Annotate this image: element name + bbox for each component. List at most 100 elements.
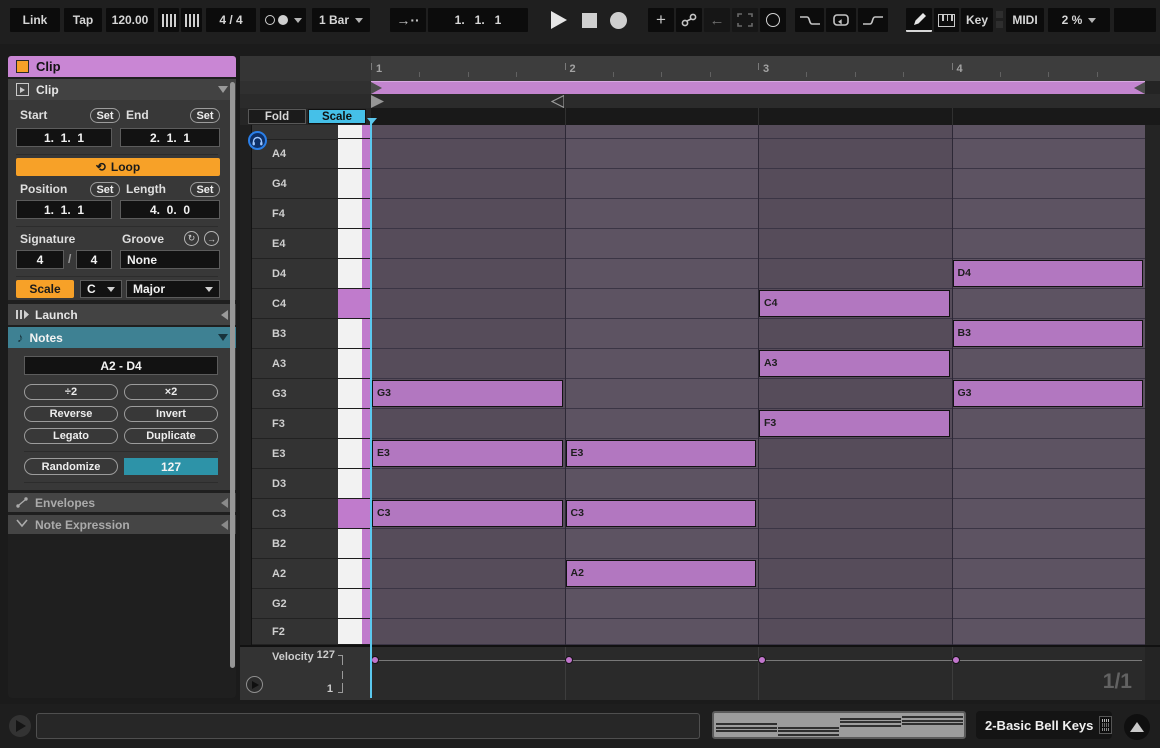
duplicate-button[interactable]: Duplicate (124, 428, 218, 444)
grid-cell[interactable] (565, 289, 759, 319)
midi-note[interactable]: F3 (759, 410, 950, 437)
piano-key-root[interactable] (338, 499, 362, 529)
grid-cell[interactable] (371, 229, 565, 259)
grid-setting-indicator[interactable]: 1/1 (1103, 670, 1132, 694)
grid-cell[interactable] (565, 589, 759, 619)
metronome-button[interactable] (260, 8, 306, 32)
piano-key[interactable] (338, 319, 362, 349)
fold-button[interactable]: Fold (248, 109, 306, 124)
pitch-range-display[interactable]: A2 - D4 (24, 356, 218, 375)
grid-cell[interactable] (952, 529, 1146, 559)
automation-arm-button[interactable] (676, 8, 702, 32)
midi-note[interactable]: E3 (566, 440, 757, 467)
grid-cell[interactable] (565, 469, 759, 499)
invert-button[interactable]: Invert (124, 406, 218, 422)
grid-cell[interactable] (371, 125, 565, 139)
grid-cell[interactable] (565, 349, 759, 379)
set-end-button[interactable]: Set (190, 108, 220, 123)
panel-scrollbar[interactable] (230, 82, 235, 668)
grid-cell[interactable] (371, 589, 565, 619)
scale-name-selector[interactable]: Major (126, 280, 220, 298)
piano-key[interactable] (338, 169, 362, 199)
piano-key[interactable] (338, 589, 362, 619)
piano-key[interactable] (338, 259, 362, 289)
envelopes-expand-icon[interactable] (221, 498, 228, 508)
notes-section-header[interactable]: ♪ Notes (8, 327, 236, 348)
clip-tab-header[interactable]: Clip (8, 56, 236, 77)
scale-root-selector[interactable]: C (80, 280, 122, 298)
grid-cell[interactable] (758, 199, 952, 229)
clip-end-marker-icon[interactable] (551, 95, 564, 108)
grid-cell[interactable] (758, 125, 952, 139)
overdub-plus-button[interactable]: + (648, 8, 674, 32)
piano-key[interactable] (338, 139, 362, 169)
piano-key[interactable] (338, 529, 362, 559)
grid-cell[interactable] (565, 529, 759, 559)
set-position-button[interactable]: Set (90, 182, 120, 197)
piano-key[interactable] (338, 619, 362, 645)
legato-button[interactable]: Legato (24, 428, 118, 444)
midi-note[interactable]: D4 (953, 260, 1144, 287)
set-start-button[interactable]: Set (90, 108, 120, 123)
draw-mode-button[interactable] (906, 8, 932, 32)
beat-time-ruler[interactable]: 1234 (240, 56, 1160, 81)
grid-cell[interactable] (758, 559, 952, 589)
grid-cell[interactable] (371, 619, 565, 645)
grid-cell[interactable] (371, 319, 565, 349)
grid-cell[interactable] (952, 499, 1146, 529)
grid-cell[interactable] (758, 439, 952, 469)
re-enable-automation-button[interactable]: ← (704, 8, 730, 32)
signature-numerator-field[interactable]: 4 (16, 250, 64, 269)
clip-start-marker-icon[interactable] (371, 95, 384, 108)
grid-cell[interactable] (952, 619, 1146, 645)
velocity-lane[interactable]: Velocity 127 1 1/1 (240, 645, 1160, 700)
grid-cell[interactable] (565, 259, 759, 289)
loop-start-arrow-icon[interactable] (371, 82, 382, 94)
current-device-chip[interactable]: 2-Basic Bell Keys (976, 711, 1112, 739)
piano-key[interactable] (338, 439, 362, 469)
tempo-field[interactable]: 120.00 (106, 8, 154, 32)
stop-button[interactable] (576, 8, 602, 32)
loop-switch-button[interactable] (826, 8, 856, 32)
grid-cell[interactable] (371, 559, 565, 589)
grid-cell[interactable] (565, 125, 759, 139)
grid-cell[interactable] (758, 469, 952, 499)
piano-key[interactable] (338, 379, 362, 409)
nudge-down-button[interactable] (158, 8, 179, 32)
arrangement-position-display[interactable]: 1. 1. 1 (428, 8, 528, 32)
grid-cell[interactable] (565, 409, 759, 439)
midi-map-button[interactable]: MIDI (1006, 8, 1044, 32)
grid-cell[interactable] (952, 289, 1146, 319)
grid-cell[interactable] (952, 229, 1146, 259)
grid-cell[interactable] (371, 289, 565, 319)
quantization-menu[interactable]: 1 Bar (312, 8, 370, 32)
grid-cell[interactable] (565, 169, 759, 199)
grid-cell[interactable] (758, 229, 952, 259)
grid-cell[interactable] (565, 379, 759, 409)
piano-key[interactable] (338, 469, 362, 499)
piano-key[interactable] (338, 125, 362, 139)
punch-in-button[interactable] (795, 8, 824, 32)
length-value-field[interactable]: 4. 0. 0 (120, 200, 220, 219)
commit-groove-icon[interactable]: → (204, 231, 219, 246)
grid-cell[interactable] (371, 259, 565, 289)
play-button[interactable] (546, 8, 572, 32)
velocity-marker[interactable] (565, 656, 573, 664)
follow-button[interactable]: →·· (390, 8, 426, 32)
midi-note[interactable]: B3 (953, 320, 1144, 347)
clip-marker-lane[interactable] (240, 94, 1160, 108)
grid-cell[interactable] (952, 199, 1146, 229)
randomize-button[interactable]: Randomize (24, 458, 118, 475)
grid-cell[interactable] (371, 529, 565, 559)
piano-key-root[interactable] (338, 289, 362, 319)
note-expression-expand-icon[interactable] (221, 520, 228, 530)
tap-tempo-button[interactable]: Tap (64, 8, 102, 32)
position-value-field[interactable]: 1. 1. 1 (16, 200, 112, 219)
set-length-button[interactable]: Set (190, 182, 220, 197)
grid-cell[interactable] (758, 589, 952, 619)
loop-end-arrow-icon[interactable] (1134, 82, 1145, 94)
midi-note[interactable]: C3 (566, 500, 757, 527)
clip-section-collapse-icon[interactable] (218, 86, 228, 93)
midi-note[interactable]: A2 (566, 560, 757, 587)
grid-cell[interactable] (371, 409, 565, 439)
